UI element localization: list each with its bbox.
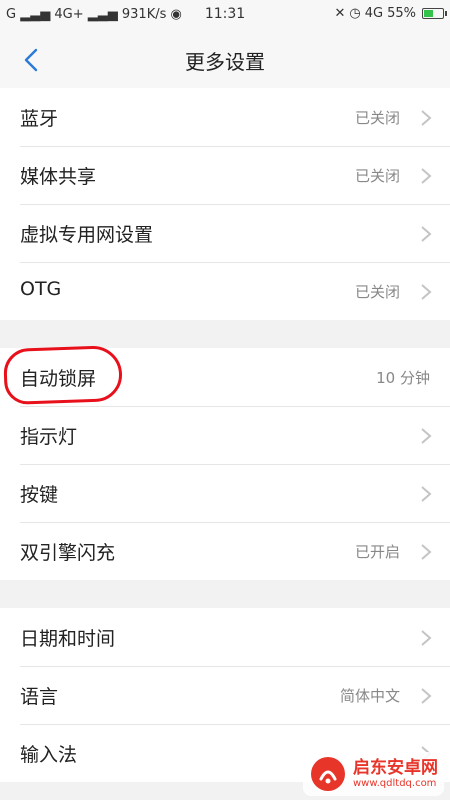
watermark: 启东安卓网 www.qdltdq.com xyxy=(303,752,444,796)
setting-row-media-share[interactable]: 媒体共享 已关闭 xyxy=(0,146,450,204)
watermark-name: 启东安卓网 xyxy=(353,758,438,779)
battery-icon xyxy=(422,8,447,19)
network-type-2: 4G xyxy=(364,6,384,21)
row-label: OTG xyxy=(20,278,62,300)
row-label: 自动锁屏 xyxy=(20,368,97,390)
setting-row-date-time[interactable]: 日期和时间 xyxy=(0,608,450,666)
row-value: 已开启 xyxy=(354,543,400,561)
status-right: ✕ ◷ 4G 55% xyxy=(334,6,447,21)
setting-row-vpn[interactable]: 虚拟专用网设置 xyxy=(0,204,450,262)
row-label: 指示灯 xyxy=(20,426,78,448)
setting-row-otg[interactable]: OTG 已关闭 xyxy=(0,262,450,320)
row-value: 10 分钟 xyxy=(376,369,430,387)
row-label: 虚拟专用网设置 xyxy=(20,224,154,246)
row-label: 输入法 xyxy=(20,744,78,766)
battery-percent: 55% xyxy=(387,6,416,21)
chevron-right-icon xyxy=(421,110,432,126)
chevron-right-icon xyxy=(421,630,432,646)
setting-row-flash-charge[interactable]: 双引擎闪充 已开启 xyxy=(0,522,450,580)
alarm-icon: ◷ xyxy=(349,6,361,21)
battery-fill xyxy=(424,10,434,17)
row-label: 蓝牙 xyxy=(20,108,59,130)
row-label: 语言 xyxy=(20,686,59,708)
row-value: 简体中文 xyxy=(339,687,400,705)
row-label: 双引擎闪充 xyxy=(20,542,116,564)
page-title: 更多设置 xyxy=(185,50,265,74)
settings-group-device: 自动锁屏 10 分钟 指示灯 按键 双引擎闪充 已开启 xyxy=(0,348,450,580)
watermark-url: www.qdltdq.com xyxy=(353,777,437,789)
setting-row-bluetooth[interactable]: 蓝牙 已关闭 xyxy=(0,88,450,146)
chevron-right-icon xyxy=(421,486,432,502)
setting-row-auto-lock[interactable]: 自动锁屏 10 分钟 xyxy=(0,348,450,406)
row-value: 已关闭 xyxy=(354,167,400,185)
setting-row-language[interactable]: 语言 简体中文 xyxy=(0,666,450,724)
row-label: 媒体共享 xyxy=(20,166,97,188)
watermark-logo-icon xyxy=(311,757,345,791)
settings-group-connectivity: 蓝牙 已关闭 媒体共享 已关闭 虚拟专用网设置 OTG 已关闭 xyxy=(0,88,450,320)
status-bar: G ▂▃▅ 4G+ ▂▃▅ 931K/s ◉ 11:31 ✕ ◷ 4G 55% xyxy=(0,0,450,30)
nav-bar: 更多设置 xyxy=(0,30,450,88)
chevron-right-icon xyxy=(421,688,432,704)
watermark-text: 启东安卓网 www.qdltdq.com xyxy=(353,759,438,789)
setting-row-keys[interactable]: 按键 xyxy=(0,464,450,522)
chevron-right-icon xyxy=(421,428,432,444)
row-value: 已关闭 xyxy=(354,283,400,301)
chevron-right-icon xyxy=(421,226,432,242)
row-label: 日期和时间 xyxy=(20,628,116,650)
mute-icon: ✕ xyxy=(334,6,346,21)
chevron-right-icon xyxy=(421,284,432,300)
chevron-right-icon xyxy=(421,168,432,184)
row-label: 按键 xyxy=(20,484,59,506)
chevron-right-icon xyxy=(421,544,432,560)
setting-row-indicator-light[interactable]: 指示灯 xyxy=(0,406,450,464)
row-value: 已关闭 xyxy=(354,109,400,127)
